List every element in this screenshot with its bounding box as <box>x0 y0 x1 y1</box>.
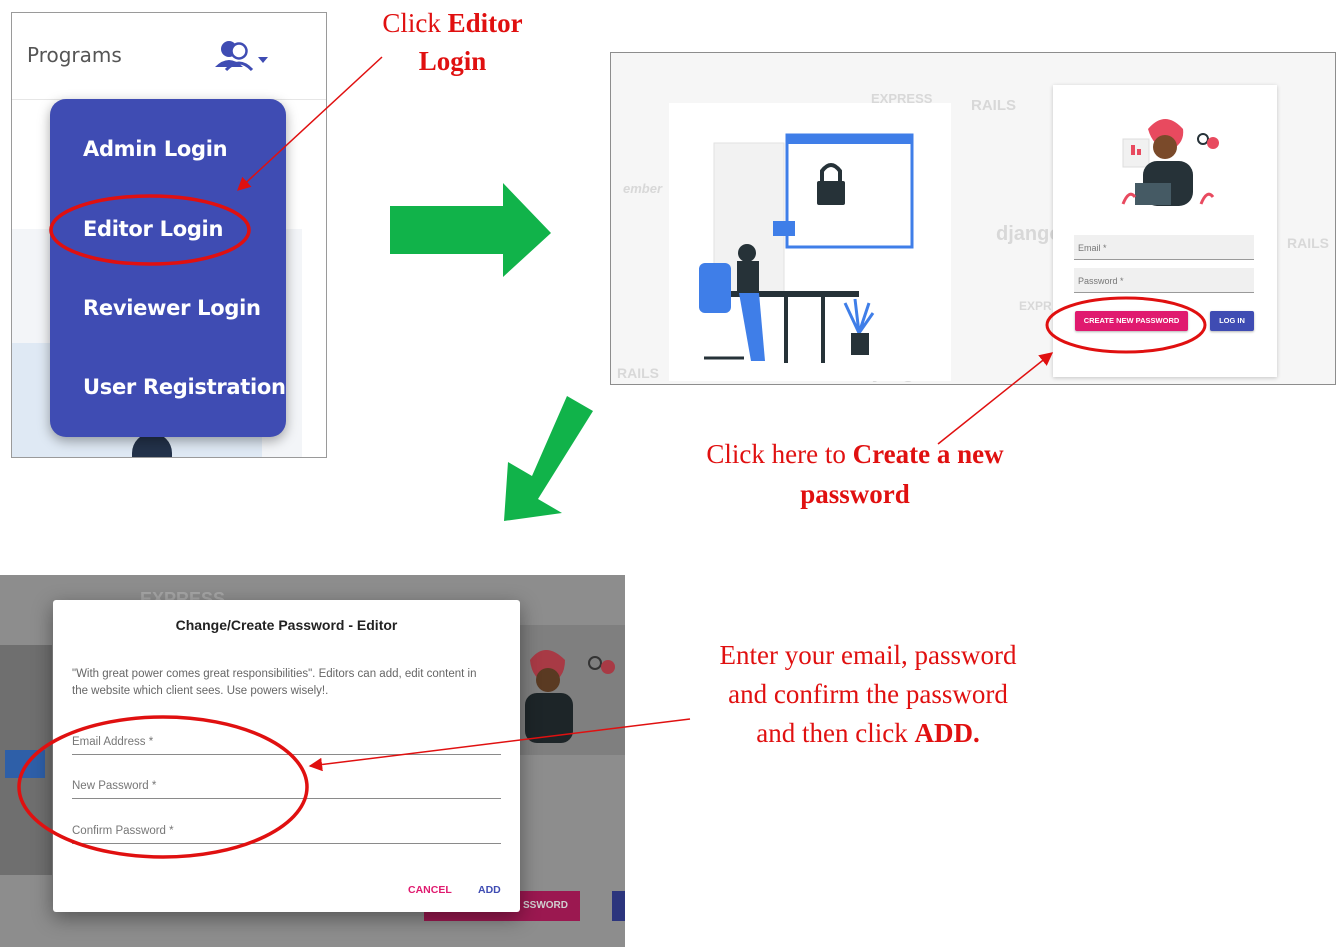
users-icon[interactable] <box>212 37 276 82</box>
nav-dropdown-screenshot: Programs Admin Login Editor Login Review… <box>11 12 327 458</box>
email-field-label: Email * <box>1078 243 1107 253</box>
watermark-ember: ember <box>623 181 663 196</box>
watermark-django: django <box>996 223 1062 245</box>
change-password-dialog: Change/Create Password - Editor "With gr… <box>53 600 520 912</box>
background-avatar-area <box>520 625 625 755</box>
new-password-label: New Password * <box>72 780 157 792</box>
email-address-label: Email Address * <box>72 736 154 748</box>
confirm-password-label: Confirm Password * <box>72 825 174 837</box>
dialog-description: "With great power comes great responsibi… <box>72 668 477 697</box>
background-login-button <box>612 891 625 921</box>
top-navbar: Programs <box>12 13 326 100</box>
menu-item-user-registration[interactable]: User Registration <box>83 375 286 399</box>
annotation-click-editor-login: Click Editor Login <box>382 8 523 76</box>
login-screen-screenshot: EXPRESS RAILS django EXPR RAILS django R… <box>610 52 1336 385</box>
cancel-button[interactable]: CANCEL <box>408 884 452 896</box>
email-address-field[interactable]: Email Address * <box>72 734 501 755</box>
watermark-rails: RAILS <box>971 97 1016 114</box>
workspace-illustration <box>669 103 951 381</box>
annotation-create-new-password: Click here to Create a new password <box>706 439 1004 509</box>
menu-item-reviewer-login[interactable]: Reviewer Login <box>83 296 261 320</box>
new-password-field[interactable]: New Password * <box>72 778 501 799</box>
user-dropdown-menu: Admin Login Editor Login Reviewer Login … <box>50 99 286 437</box>
confirm-password-field[interactable]: Confirm Password * <box>72 823 501 844</box>
menu-item-editor-login[interactable]: Editor Login <box>83 217 223 241</box>
dialog-title: Change/Create Password - Editor <box>175 617 398 633</box>
background-button-label: SSWORD <box>523 900 568 911</box>
login-card: Email * Password * CREATE NEW PASSWORD L… <box>1053 85 1277 377</box>
watermark-express-2: EXPR <box>1019 299 1052 313</box>
annotation-enter-details: Enter your email, password and confirm t… <box>719 640 1017 748</box>
green-arrow-down-left <box>504 396 593 521</box>
create-new-password-button[interactable]: CREATE NEW PASSWORD <box>1075 311 1188 331</box>
change-password-dialog-screenshot: EXPRESS SSWORD Change/Create Password - … <box>0 575 625 947</box>
password-field-label: Password * <box>1078 276 1124 286</box>
add-button[interactable]: ADD <box>478 884 501 896</box>
background-monitor <box>5 750 45 778</box>
login-button[interactable]: LOG IN <box>1210 311 1254 331</box>
watermark-rails-2: RAILS <box>617 365 659 381</box>
password-field[interactable]: Password * <box>1074 268 1254 293</box>
nav-programs-link[interactable]: Programs <box>27 43 122 67</box>
avatar-illustration <box>1113 99 1223 214</box>
green-arrow-right <box>390 183 551 277</box>
menu-item-admin-login[interactable]: Admin Login <box>83 137 228 161</box>
watermark-rails-3: RAILS <box>1287 235 1329 251</box>
email-field[interactable]: Email * <box>1074 235 1254 260</box>
